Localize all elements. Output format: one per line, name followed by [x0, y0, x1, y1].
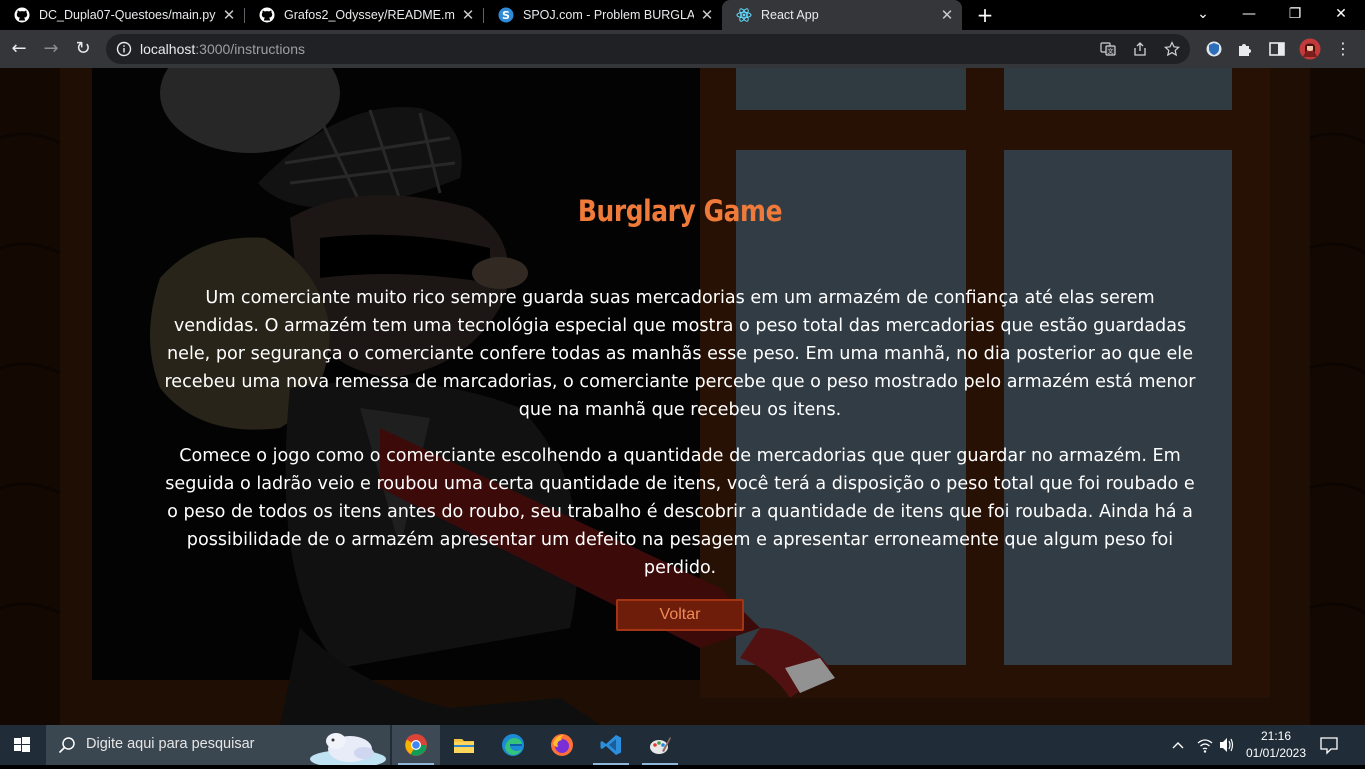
tab-2[interactable]: Grafos2_Odyssey/README.md at ✕: [245, 0, 483, 30]
forward-arrow-icon[interactable]: →: [38, 36, 64, 62]
react-icon: [736, 8, 752, 22]
close-icon[interactable]: ✕: [700, 6, 714, 24]
profile-avatar-icon[interactable]: [1299, 38, 1321, 60]
clock-time: 21:16: [1260, 729, 1292, 743]
edge-icon: [502, 734, 524, 756]
minimize-button[interactable]: —: [1226, 0, 1272, 30]
tab-title: React App: [761, 8, 819, 22]
taskbar-clock[interactable]: 21:16 01/01/2023: [1240, 728, 1312, 762]
chevron-up-icon: [1172, 742, 1184, 749]
maximize-button[interactable]: ❐: [1272, 0, 1318, 30]
taskbar-firefox[interactable]: [538, 725, 586, 765]
page-title: Burglary Game: [577, 194, 783, 228]
taskbar-search-box[interactable]: Digite aqui para pesquisar: [46, 725, 390, 765]
chrome-icon: [405, 734, 427, 756]
taskbar-file-explorer[interactable]: [440, 725, 488, 765]
taskbar-chrome[interactable]: [392, 725, 440, 765]
github-icon: [259, 7, 275, 23]
speaker-icon: [1220, 738, 1234, 752]
spoj-icon: S: [498, 7, 514, 23]
reload-icon[interactable]: ↻: [70, 36, 96, 62]
tab-title: Grafos2_Odyssey/README.md at: [284, 8, 455, 22]
back-button[interactable]: Voltar: [616, 599, 744, 631]
bookmark-star-icon[interactable]: [1164, 41, 1180, 57]
tab-strip: DC_Dupla07-Questoes/main.py a ✕ Grafos2_…: [0, 0, 1365, 30]
close-icon[interactable]: ✕: [940, 6, 954, 24]
info-icon[interactable]: [116, 41, 132, 57]
more-menu-icon[interactable]: ⋮: [1330, 36, 1356, 62]
windows-start-icon[interactable]: [0, 725, 44, 765]
close-icon[interactable]: ✕: [461, 6, 475, 24]
vscode-icon: [600, 735, 621, 755]
tab-4[interactable]: React App ✕: [722, 0, 962, 30]
notification-icon: [1320, 737, 1338, 755]
tab-1[interactable]: DC_Dupla07-Questoes/main.py a ✕: [0, 0, 244, 30]
volume-control[interactable]: [1218, 725, 1238, 765]
file-explorer-icon: [454, 739, 474, 753]
tab-title: DC_Dupla07-Questoes/main.py a: [39, 8, 216, 22]
translate-icon[interactable]: 文: [1100, 41, 1116, 57]
github-icon: [14, 7, 30, 23]
extension-shield-icon[interactable]: [1205, 40, 1223, 58]
instructions-paragraph-2: Comece o jogo como o comerciante escolhe…: [165, 446, 1195, 578]
clock-date: 01/01/2023: [1245, 746, 1307, 760]
side-panel-icon[interactable]: [1268, 40, 1286, 58]
network-status[interactable]: [1196, 725, 1216, 765]
instructions-content: Burglary Game Um comerciante muito rico …: [160, 68, 1200, 725]
tab-title: SPOJ.com - Problem BURGLARY: [523, 8, 694, 22]
svg-text:S: S: [502, 9, 510, 22]
search-highlight-illustration-icon: [310, 733, 386, 765]
show-hidden-icons-button[interactable]: [1170, 725, 1190, 765]
share-icon[interactable]: [1132, 41, 1148, 57]
taskbar-paint[interactable]: [636, 725, 684, 765]
taskbar-vscode[interactable]: [587, 725, 635, 765]
windows-taskbar: Digite aqui para pesquisar 21:16 01/01/2…: [0, 725, 1365, 765]
instructions-page: Burglary Game Um comerciante muito rico …: [0, 68, 1365, 725]
instructions-paragraph-1: Um comerciante muito rico sempre guarda …: [164, 288, 1196, 420]
address-bar[interactable]: localhost:3000/instructions 文: [106, 34, 1190, 64]
back-arrow-icon[interactable]: ←: [6, 36, 32, 62]
notification-center-button[interactable]: [1318, 725, 1342, 765]
close-window-button[interactable]: ✕: [1318, 0, 1364, 30]
firefox-icon: [551, 734, 573, 756]
svg-text:文: 文: [1107, 48, 1113, 56]
wifi-icon: [1197, 739, 1213, 753]
search-icon: [58, 737, 75, 754]
tab-3[interactable]: S SPOJ.com - Problem BURGLARY ✕: [484, 0, 722, 30]
new-tab-button[interactable]: +: [975, 4, 995, 26]
tab-search-button[interactable]: ⌄: [1180, 0, 1226, 30]
search-placeholder: Digite aqui para pesquisar: [86, 736, 255, 752]
taskbar-edge[interactable]: [489, 725, 537, 765]
paint-icon: [650, 737, 671, 754]
close-icon[interactable]: ✕: [222, 6, 236, 24]
browser-toolbar: ← → ↻ localhost:3000/instructions 文 ⋮: [0, 30, 1365, 68]
extensions-puzzle-icon[interactable]: [1236, 40, 1254, 58]
url-text: localhost:3000/instructions: [140, 41, 305, 57]
